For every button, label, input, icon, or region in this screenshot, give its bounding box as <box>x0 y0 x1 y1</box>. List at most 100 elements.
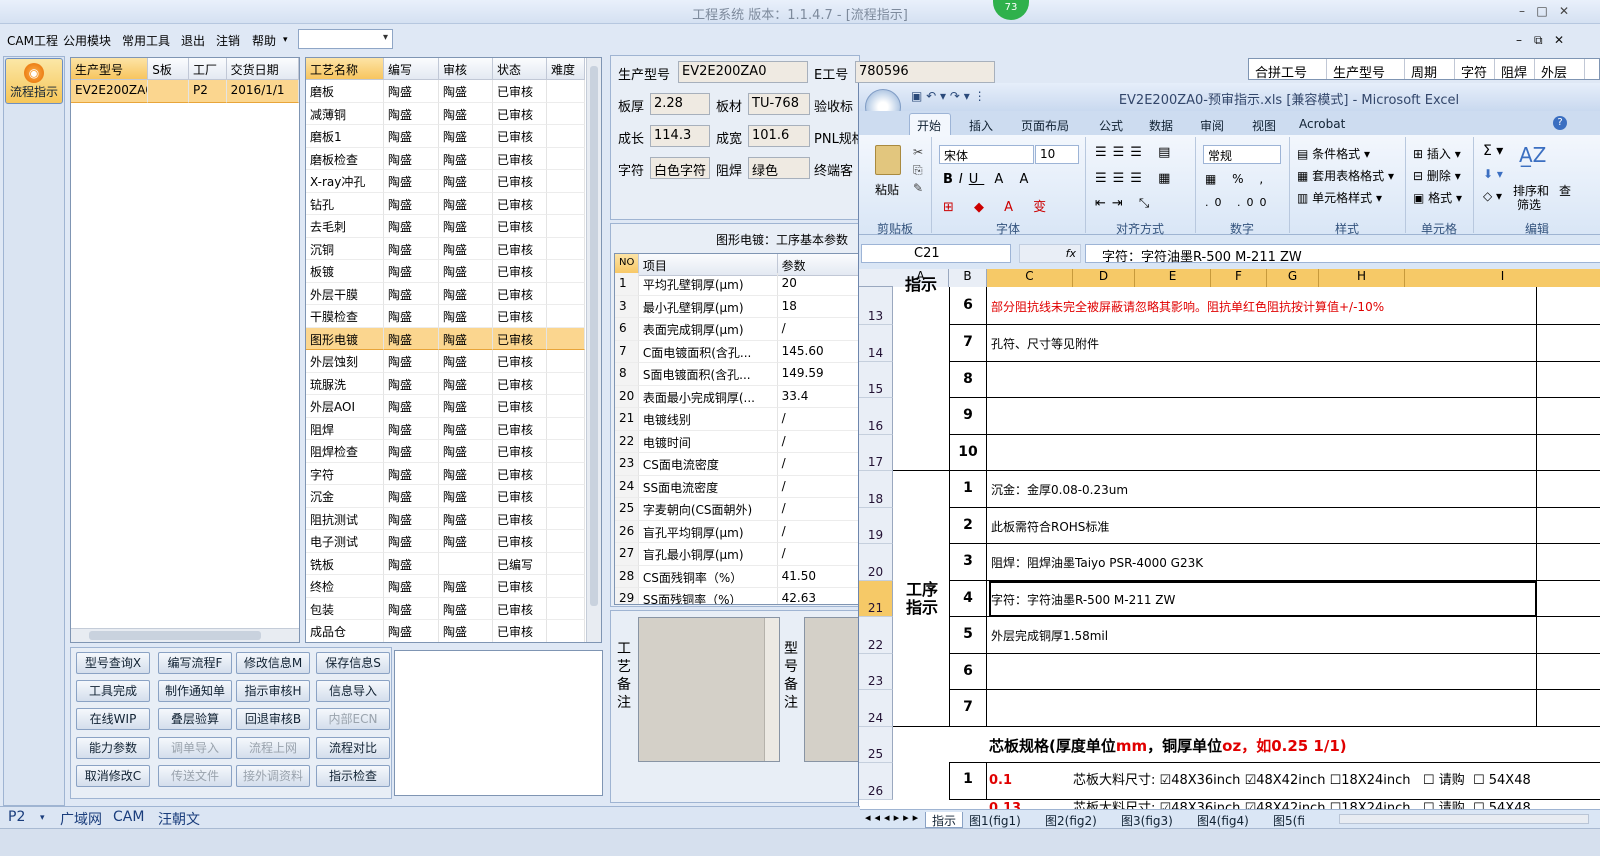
param-row[interactable]: 24 SS面电流密度 / <box>615 475 859 498</box>
param-row[interactable]: 23 CS面电流密度 / <box>615 453 859 476</box>
merge-col-header[interactable]: 字符 <box>1455 59 1495 79</box>
col-factory[interactable]: 工厂 <box>188 58 227 80</box>
process-row[interactable]: 电子测试 陶盛 陶盛 已审核 <box>306 530 585 553</box>
col-reviewer[interactable]: 审核 <box>439 58 493 80</box>
formula-input[interactable]: 字符：字符油墨R-500 M-211 ZW <box>1085 244 1600 265</box>
quick-access-toolbar[interactable]: ▣ ↶ ▾ ↷ ▾ ⋮ <box>911 89 986 103</box>
checkbox-checked-icon[interactable]: ☑ <box>1160 801 1172 809</box>
sheet-tab[interactable]: 图2(fig2) <box>1045 812 1097 828</box>
sheet-tab[interactable]: 图5(fi <box>1273 812 1305 828</box>
action-button[interactable]: 指示审核H <box>236 680 310 702</box>
ribbon-tab[interactable]: 页面布局 <box>1021 117 1069 134</box>
cell-c[interactable]: 阻焊：阻焊油墨Taiyo PSR-4000 G23K <box>989 544 1537 581</box>
core-thickness[interactable]: 0.13 <box>989 801 1073 809</box>
param-row[interactable]: 8 S面电镀面积(含孔... 149.59 <box>615 363 859 386</box>
param-row[interactable]: 29 SS面残铜率（%） 42.63 <box>615 588 859 604</box>
action-button[interactable]: 接外调资料 <box>236 765 310 787</box>
action-button[interactable]: 内部ECN <box>316 708 390 730</box>
param-row[interactable]: 7 C面电镀面积(含孔... 145.60 <box>615 340 859 363</box>
close-icon[interactable]: ✕ <box>1556 3 1572 19</box>
process-row[interactable]: 琉脲洗 陶盛 陶盛 已审核 <box>306 372 585 395</box>
checkbox-checked-icon[interactable]: ☑ <box>1245 773 1257 788</box>
action-button[interactable]: 回退审核B <box>236 708 310 730</box>
row-header[interactable]: 22 <box>859 617 893 654</box>
mdi-minimize-icon[interactable]: – <box>1516 33 1522 47</box>
process-row[interactable]: 阻抗测试 陶盛 陶盛 已审核 <box>306 507 585 530</box>
process-row[interactable]: 沉金 陶盛 陶盛 已审核 <box>306 485 585 508</box>
ribbon-tab[interactable]: 审阅 <box>1200 117 1224 134</box>
menu-public[interactable]: 公用模块 <box>63 32 111 49</box>
col-author[interactable]: 编写 <box>384 58 439 80</box>
process-row[interactable]: 板镀 陶盛 陶盛 已审核 <box>306 260 585 283</box>
clipboard-tools[interactable]: ✂ ⎘ ✎ <box>913 143 923 197</box>
process-row[interactable]: 钻孔 陶盛 陶盛 已审核 <box>306 192 585 215</box>
param-row[interactable]: 25 字麦朝向(CS面朝外) / <box>615 498 859 521</box>
clear-icon[interactable]: ◇ ▾ <box>1483 189 1502 203</box>
row-header[interactable]: 15 <box>859 361 893 398</box>
cell-b[interactable]: 7 <box>949 325 987 362</box>
ribbon-tab[interactable]: 插入 <box>969 117 993 134</box>
action-button[interactable]: 型号查询X <box>76 652 150 674</box>
cell-b[interactable]: 10 <box>949 434 987 471</box>
insert-cells-button[interactable]: ⊞ 插入 ▾ <box>1413 145 1461 162</box>
col-delivery[interactable]: 交货日期 <box>226 58 299 80</box>
cell-c[interactable] <box>989 361 1537 398</box>
name-box[interactable]: C21 <box>861 244 1011 263</box>
ribbon-tab[interactable]: 公式 <box>1099 117 1123 134</box>
column-header[interactable]: E <box>1135 269 1211 287</box>
row-header[interactable]: 17 <box>859 434 893 471</box>
merge-col-header[interactable]: 合拼工号 <box>1249 59 1327 79</box>
process-row[interactable]: 磨板检查 陶盛 陶盛 已审核 <box>306 147 585 170</box>
find-label[interactable]: 查 <box>1559 182 1571 199</box>
hscroll-thumb[interactable] <box>89 631 261 640</box>
process-vscrollbar[interactable] <box>586 58 601 642</box>
ribbon-tab[interactable]: 视图 <box>1252 117 1276 134</box>
ribbon-tab[interactable]: 开始 <box>917 117 941 134</box>
fill-icon[interactable]: ⬇ ▾ <box>1483 167 1503 181</box>
menu-logout[interactable]: 注销 <box>216 32 240 49</box>
core-thickness[interactable]: 0.1 <box>989 773 1073 788</box>
action-button[interactable]: 指示检查 <box>316 765 390 787</box>
checkbox-icon[interactable]: ☐ <box>1423 801 1435 809</box>
mdi-close-icon[interactable]: ✕ <box>1554 33 1564 47</box>
field-mask[interactable]: 绿色 <box>748 157 810 179</box>
flow-indicator-button[interactable]: ◉ 流程指示 <box>5 58 63 104</box>
process-row[interactable]: 终检 陶盛 陶盛 已审核 <box>306 575 585 598</box>
process-row[interactable]: 阻焊 陶盛 陶盛 已审核 <box>306 417 585 440</box>
cell-c[interactable]: 外层完成铜厚1.58mil <box>989 617 1537 654</box>
filter-label[interactable]: 筛选 <box>1517 196 1541 213</box>
process-row[interactable]: 字符 陶盛 陶盛 已审核 <box>306 462 585 485</box>
note-box[interactable] <box>394 650 603 796</box>
cell-b[interactable]: 3 <box>949 544 987 581</box>
action-button[interactable]: 流程上网 <box>236 737 310 759</box>
column-header[interactable]: F <box>1211 269 1267 287</box>
param-row[interactable]: 6 表面完成铜厚(μm) / <box>615 318 859 341</box>
autosum-icon[interactable]: Σ ▾ <box>1483 143 1503 159</box>
col-sboard[interactable]: S板 <box>148 58 189 80</box>
action-button[interactable]: 保存信息S <box>316 652 390 674</box>
column-header[interactable]: I <box>1405 269 1600 287</box>
fx-icon[interactable]: fx <box>1019 244 1081 263</box>
checkbox-checked-icon[interactable]: ☑ <box>1160 773 1172 788</box>
cell-c[interactable]: 字符：字符油墨R-500 M-211 ZW <box>989 580 1537 617</box>
align-buttons[interactable]: ☰☰☰ ▤ <box>1095 145 1176 160</box>
cell-c[interactable] <box>989 690 1537 727</box>
cell-b[interactable]: 6 <box>949 653 987 690</box>
col-difficulty[interactable]: 难度 <box>547 58 585 80</box>
cell-b[interactable]: 8 <box>949 361 987 398</box>
param-row[interactable]: 1 平均孔壁铜厚(μm) 20 <box>615 273 859 296</box>
col-process-name[interactable]: 工艺名称 <box>306 58 384 80</box>
vscroll-thumb[interactable] <box>590 66 598 606</box>
field-char[interactable]: 白色字符 <box>650 157 710 179</box>
action-button[interactable]: 修改信息M <box>236 652 310 674</box>
action-button[interactable]: 在线WIP <box>76 708 150 730</box>
menu-help[interactable]: 帮助 <box>252 32 276 49</box>
process-row[interactable]: 干膜检查 陶盛 陶盛 已审核 <box>306 305 585 328</box>
halign-buttons[interactable]: ☰☰☰ ▦ <box>1095 171 1176 186</box>
column-header[interactable]: B <box>949 269 987 287</box>
factory-dropdown-icon[interactable]: ▾ <box>40 813 45 823</box>
field-length[interactable]: 114.3 <box>650 125 710 147</box>
row-header[interactable]: 25 <box>859 726 893 763</box>
col-model[interactable]: 生产型号 <box>71 58 149 80</box>
param-row[interactable]: 20 表面最小完成铜厚(... 33.4 <box>615 385 859 408</box>
